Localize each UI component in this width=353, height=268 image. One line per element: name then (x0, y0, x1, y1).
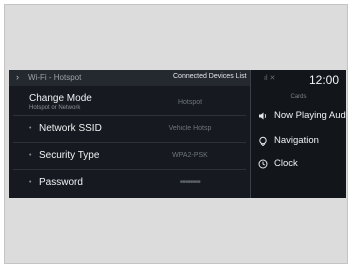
card-item-navigation[interactable]: Navigation (251, 132, 346, 152)
bullet-icon: • (29, 179, 32, 186)
bullet-icon: • (29, 152, 32, 159)
setting-label: Change Mode (29, 93, 92, 104)
status-icons: ıl ✕ (264, 75, 276, 82)
cards-title: Cards (290, 94, 307, 100)
map-pin-icon (258, 136, 268, 147)
card-label: Navigation (274, 135, 319, 146)
card-label: Clock (274, 158, 298, 169)
setting-label: Network SSID (39, 123, 102, 134)
page-title: Wi-Fi - Hotspot (28, 73, 82, 82)
setting-row-security-type[interactable]: • Security Type WPA2-PSK (9, 143, 250, 170)
setting-row-password[interactable]: • Password ■■■■■■■■ (9, 170, 250, 197)
back-chevron-icon[interactable]: › (16, 72, 19, 82)
cards-panel: ıl ✕ 12:00 Cards Now Playing Aud Navigat… (251, 70, 346, 198)
wifi-settings-panel: › Wi-Fi - Hotspot Connected Devices List… (9, 70, 250, 198)
card-label: Now Playing Aud (274, 110, 346, 121)
settings-header: › Wi-Fi - Hotspot Connected Devices List (9, 70, 250, 86)
bullet-icon: • (29, 125, 32, 132)
setting-row-network-ssid[interactable]: • Network SSID Vehicle Hotsp (9, 116, 250, 143)
tab-connected-devices[interactable]: Connected Devices List (173, 73, 247, 80)
clock-display: 12:00 (309, 73, 340, 87)
setting-label: Security Type (39, 150, 100, 161)
speaker-icon (258, 111, 268, 121)
setting-label: Password (39, 177, 83, 188)
setting-value: Hotspot (177, 99, 203, 106)
password-masked-value: ■■■■■■■■ (179, 179, 201, 185)
card-item-clock[interactable]: Clock (251, 155, 346, 175)
setting-value: Vehicle Hotsp (168, 125, 212, 132)
setting-sublabel: Hotspot or Network (29, 105, 81, 111)
setting-value: WPA2-PSK (172, 152, 208, 159)
card-item-now-playing[interactable]: Now Playing Aud (251, 107, 346, 127)
setting-row-change-mode[interactable]: Change Mode Hotspot or Network Hotspot (9, 88, 250, 116)
clock-icon (258, 159, 268, 169)
infotainment-screen: › Wi-Fi - Hotspot Connected Devices List… (9, 70, 346, 198)
